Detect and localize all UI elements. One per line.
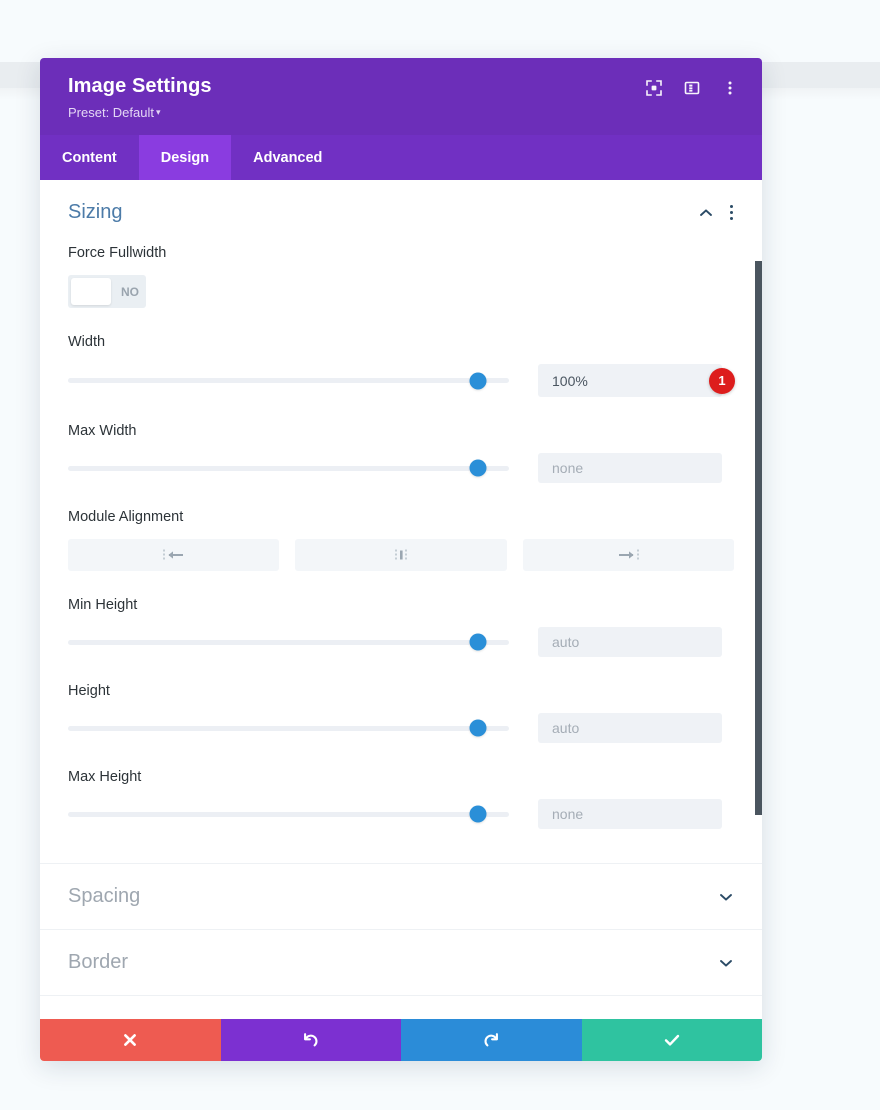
align-left-button[interactable] <box>68 539 280 571</box>
min-height-slider-track <box>68 639 509 645</box>
section-border-title: Border <box>68 951 129 973</box>
field-max-width: Max Width none <box>68 423 734 483</box>
image-settings-modal: Image Settings Preset: Default ▾ Content… <box>40 58 762 1061</box>
undo-button[interactable] <box>220 1019 401 1061</box>
vertical-scrollbar[interactable] <box>755 261 762 815</box>
tab-bar: Content Design Advanced <box>40 135 762 180</box>
max-height-slider[interactable] <box>68 803 509 825</box>
field-width: Width 100% 1 <box>68 334 735 397</box>
align-center-icon <box>395 549 407 561</box>
preset-dropdown[interactable]: Preset: Default ▾ <box>68 105 161 121</box>
header-actions <box>644 78 740 98</box>
section-sizing-menu-icon[interactable] <box>730 205 734 221</box>
max-height-input[interactable]: none <box>538 799 722 829</box>
section-spacing-title: Spacing <box>68 885 141 907</box>
max-width-slider[interactable] <box>68 457 509 479</box>
module-alignment-group <box>68 539 734 571</box>
height-slider[interactable] <box>68 717 509 739</box>
section-sizing-header[interactable]: Sizing <box>40 180 762 245</box>
cancel-button[interactable] <box>40 1019 221 1061</box>
align-left-icon <box>162 549 183 561</box>
field-height: Height auto <box>68 683 734 743</box>
chevron-down-icon: ▾ <box>156 107 161 118</box>
width-slider-handle[interactable] <box>469 372 487 389</box>
redo-icon <box>484 1033 499 1047</box>
modal-header: Image Settings Preset: Default ▾ <box>40 58 762 135</box>
force-fullwidth-value: NO <box>121 284 139 299</box>
width-slider-track <box>68 378 509 383</box>
height-slider-track <box>68 725 509 731</box>
section-border: Border <box>40 930 762 996</box>
toggle-knob <box>71 278 111 305</box>
section-spacing-header[interactable]: Spacing <box>40 864 762 929</box>
field-module-alignment: Module Alignment <box>68 509 734 571</box>
width-label: Width <box>68 334 106 350</box>
align-right-button[interactable] <box>522 539 734 571</box>
settings-scroll-area: Sizing Force Fullwidth NO Width 100% 1 M… <box>40 180 762 1061</box>
min-height-input[interactable]: auto <box>538 627 722 657</box>
section-sizing-content: Force Fullwidth NO Width 100% 1 Max Widt… <box>40 245 762 863</box>
max-width-placeholder: none <box>552 460 584 476</box>
max-height-placeholder: none <box>552 806 584 822</box>
force-fullwidth-label: Force Fullwidth <box>68 245 167 261</box>
force-fullwidth-toggle[interactable]: NO <box>68 275 146 308</box>
max-height-label: Max Height <box>68 769 142 785</box>
min-height-slider[interactable] <box>68 631 509 653</box>
width-slider[interactable] <box>68 370 509 392</box>
status-badge: 1 <box>709 367 735 394</box>
height-label: Height <box>68 683 110 699</box>
width-input[interactable]: 100% 1 <box>538 364 735 397</box>
tab-design[interactable]: Design <box>138 135 232 180</box>
page-title: Image Settings <box>68 75 212 97</box>
save-button[interactable] <box>581 1019 762 1061</box>
redo-button[interactable] <box>401 1019 582 1061</box>
field-min-height: Min Height auto <box>68 597 734 657</box>
preset-label: Preset: Default <box>68 105 154 120</box>
focus-icon[interactable] <box>644 78 664 98</box>
max-width-input[interactable]: none <box>538 453 722 483</box>
max-height-slider-track <box>68 811 509 817</box>
section-spacing: Spacing <box>40 864 762 930</box>
chevron-down-icon[interactable] <box>718 955 734 971</box>
width-value: 100% <box>552 372 588 389</box>
check-icon <box>664 1034 679 1046</box>
max-width-label: Max Width <box>68 423 137 439</box>
section-sizing-title: Sizing <box>68 201 123 223</box>
layout-panel-icon[interactable] <box>682 78 702 98</box>
max-width-slider-track <box>68 465 509 471</box>
align-center-button[interactable] <box>295 539 507 571</box>
tab-content[interactable]: Content <box>40 135 139 180</box>
module-alignment-label: Module Alignment <box>68 509 184 525</box>
max-width-slider-handle[interactable] <box>469 459 487 477</box>
height-slider-handle[interactable] <box>469 719 487 737</box>
section-border-header[interactable]: Border <box>40 930 762 995</box>
height-input[interactable]: auto <box>538 713 722 743</box>
height-placeholder: auto <box>552 720 580 736</box>
align-right-icon <box>619 549 640 561</box>
section-sizing: Sizing Force Fullwidth NO Width 100% 1 M… <box>40 180 762 864</box>
close-icon <box>124 1034 137 1046</box>
min-height-placeholder: auto <box>552 634 580 650</box>
chevron-up-icon[interactable] <box>698 205 714 221</box>
min-height-label: Min Height <box>68 597 138 613</box>
chevron-down-icon[interactable] <box>718 889 734 905</box>
undo-icon <box>303 1033 318 1047</box>
field-max-height: Max Height none <box>68 769 734 829</box>
modal-footer <box>40 1019 762 1061</box>
tab-advanced[interactable]: Advanced <box>231 135 344 180</box>
field-force-fullwidth: Force Fullwidth NO <box>68 245 734 308</box>
max-height-slider-handle[interactable] <box>469 805 487 823</box>
min-height-slider-handle[interactable] <box>469 633 487 651</box>
overflow-menu-icon[interactable] <box>720 78 740 98</box>
